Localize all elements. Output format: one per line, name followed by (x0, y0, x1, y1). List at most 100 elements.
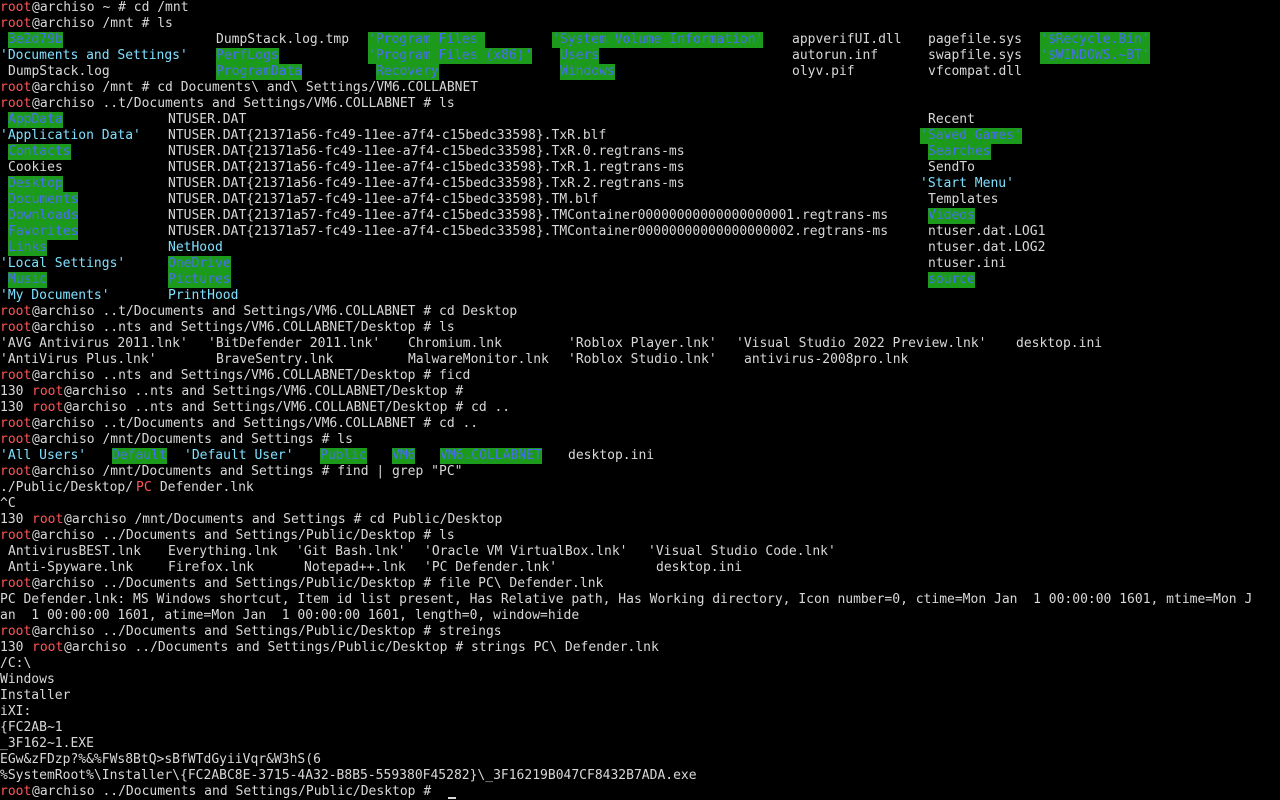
terminal-text: ntuser.dat.LOG1 (928, 224, 1046, 239)
terminal-line: an 1 00:00:00 1601, atime=Mon Jan 1 00:0… (0, 608, 1280, 624)
terminal-text: NTUSER.DAT{21371a56-fc49-11ee-a7f4-c15be… (168, 128, 607, 143)
terminal-text: ntuser.ini (928, 256, 1007, 271)
terminal-text: antivirus-2008pro.lnk (744, 352, 909, 367)
prompt-user: root (0, 80, 32, 95)
directory-entry: Public (320, 448, 367, 464)
prompt-user: root (0, 304, 32, 319)
terminal-text: DumpStack.log.tmp (216, 32, 350, 47)
directory-entry: Recovery (376, 64, 439, 80)
terminal-line: Documents NTUSER.DAT{21371a57-fc49-11ee-a… (0, 192, 1280, 208)
directory-entry: 'Saved Games' (920, 128, 1022, 144)
terminal-text: 'Roblox Player.lnk' (568, 336, 717, 351)
terminal-text: @archiso ..t/Documents and Settings/VM6.… (32, 96, 455, 111)
terminal-text: Everything.lnk (168, 544, 278, 559)
directory-entry: Favorites (8, 224, 79, 240)
terminal-text: 'Visual Studio Code.lnk' (648, 544, 836, 559)
terminal-line: 'Application Data' NTUSER.DAT{21371a56-fc… (0, 128, 1280, 144)
terminal-text: /C:\ (0, 656, 32, 671)
directory-entry: ProgramData (216, 64, 303, 80)
terminal-text: 'Oracle VM VirtualBox.lnk' (424, 544, 628, 559)
terminal-line: root @archiso /mnt # cd Documents\ and\ S… (0, 80, 1280, 96)
terminal-text: Recent (928, 112, 975, 127)
terminal-window[interactable]: root @archiso ~ # cd /mnt root @archiso /mn… (0, 0, 1280, 800)
cursor (448, 784, 456, 800)
directory-entry: PerfLogs (216, 48, 279, 64)
terminal-text: @archiso ../Documents and Settings/Publi… (32, 576, 604, 591)
terminal-text: vfcompat.dll (928, 64, 1022, 79)
terminal-text: NTUSER.DAT{21371a57-fc49-11ee-a7f4-c15be… (168, 224, 889, 239)
prompt-user: root (0, 576, 32, 591)
terminal-line: Links NetHood ntuser.dat.LOG2 (0, 240, 1280, 256)
terminal-line: 'AntiVirus Plus.lnk' BraveSentry.lnk Malwa… (0, 352, 1280, 368)
terminal-line: Downloads NTUSER.DAT{21371a57-fc49-11ee-a… (0, 208, 1280, 224)
terminal-text: ./Public/Desktop/ (0, 480, 134, 495)
terminal-text: Notepad++.lnk (304, 560, 406, 575)
terminal-line: ^C (0, 496, 1280, 512)
terminal-line: Music Pictures source (0, 272, 1280, 288)
terminal-text: NTUSER.DAT{21371a56-fc49-11ee-a7f4-c15be… (168, 144, 685, 159)
terminal-line: %SystemRoot%\Installer\{FC2ABC8E-3715-4A… (0, 768, 1280, 784)
terminal-line: root @archiso /mnt/Documents and Settings… (0, 464, 1280, 480)
terminal-text: swapfile.sys (928, 48, 1022, 63)
prompt-user: root (0, 432, 32, 447)
terminal-text: 'Application Data' (0, 128, 141, 143)
directory-entry: 3e2d79b (8, 32, 63, 48)
directory-entry: '$Recycle.Bin' (1040, 32, 1150, 48)
directory-entry: 'System Volume Information' (552, 32, 764, 48)
terminal-text: @archiso ../Documents and Settings/Publi… (64, 640, 659, 655)
terminal-line: Contacts NTUSER.DAT{21371a56-fc49-11ee-a7… (0, 144, 1280, 160)
terminal-text: @archiso ..nts and Settings/VM6.COLLABNE… (32, 320, 455, 335)
prompt-user: root (0, 0, 32, 15)
terminal-text: Anti-Spyware.lnk (8, 560, 134, 575)
terminal-text: 130 (0, 400, 32, 415)
terminal-line: Desktop NTUSER.DAT{21371a56-fc49-11ee-a7f… (0, 176, 1280, 192)
prompt-user: root (0, 528, 32, 543)
terminal-line: root @archiso ..t/Documents and Settings/… (0, 304, 1280, 320)
terminal-text: @archiso ..t/Documents and Settings/VM6.… (32, 416, 479, 431)
terminal-text: Windows (0, 672, 55, 687)
terminal-line: 130 root @archiso ..nts and Settings/VM6.… (0, 400, 1280, 416)
terminal-text: SendTo (928, 160, 975, 175)
directory-entry: VM6 (392, 448, 416, 464)
terminal-text: @archiso ..nts and Settings/VM6.COLLABNE… (64, 384, 464, 399)
prompt-user: root (0, 416, 32, 431)
terminal-text: @archiso ..nts and Settings/VM6.COLLABNE… (32, 368, 471, 383)
terminal-line: root @archiso /mnt # ls (0, 16, 1280, 32)
terminal-text: NTUSER.DAT{21371a56-fc49-11ee-a7f4-c15be… (168, 160, 685, 175)
terminal-line: 'AVG Antivirus 2011.lnk' 'BitDefender 201… (0, 336, 1280, 352)
terminal-text: pagefile.sys (928, 32, 1022, 47)
directory-entry: Windows (560, 64, 615, 80)
terminal-line: iXI: (0, 704, 1280, 720)
terminal-text: {FC2AB~1 (0, 720, 63, 735)
terminal-text: @archiso ../Documents and Settings/Publi… (32, 784, 439, 799)
terminal-line: Cookies NTUSER.DAT{21371a56-fc49-11ee-a7f… (0, 160, 1280, 176)
prompt-user: root (0, 96, 32, 111)
terminal-line: root @archiso ..t/Documents and Settings/… (0, 416, 1280, 432)
terminal-line: root @archiso ~ # cd /mnt (0, 0, 1280, 16)
prompt-user: root (0, 624, 32, 639)
terminal-text: appverifUI.dll (792, 32, 902, 47)
prompt-user: root (0, 784, 32, 799)
terminal-line: Installer (0, 688, 1280, 704)
terminal-text: Cookies (8, 160, 63, 175)
terminal-text: BraveSentry.lnk (216, 352, 334, 367)
terminal-line: 130 root @archiso ..nts and Settings/VM6.… (0, 384, 1280, 400)
prompt-user: root (0, 464, 32, 479)
terminal-text: 'AntiVirus Plus.lnk' (0, 352, 157, 367)
directory-entry: Users (560, 48, 600, 64)
terminal-text: 'BitDefender 2011.lnk' (208, 336, 381, 351)
terminal-text: 'Default User' (184, 448, 294, 463)
terminal-text: 'Git Bash.lnk' (296, 544, 406, 559)
terminal-line: AppData NTUSER.DAT Recent (0, 112, 1280, 128)
directory-entry: Contacts (8, 144, 71, 160)
directory-entry: Documents (8, 192, 79, 208)
terminal-line: root @archiso /mnt/Documents and Settings… (0, 432, 1280, 448)
terminal-text: autorun.inf (792, 48, 879, 63)
terminal-line: 130 root @archiso ../Documents and Settin… (0, 640, 1280, 656)
terminal-text: 130 (0, 640, 32, 655)
terminal-text: @archiso ~ # cd /mnt (32, 0, 189, 15)
terminal-text: _3F162~1.EXE (0, 736, 94, 751)
terminal-text: @archiso ..t/Documents and Settings/VM6.… (32, 304, 518, 319)
terminal-text: AntivirusBEST.lnk (8, 544, 142, 559)
terminal-text: 130 (0, 512, 32, 527)
